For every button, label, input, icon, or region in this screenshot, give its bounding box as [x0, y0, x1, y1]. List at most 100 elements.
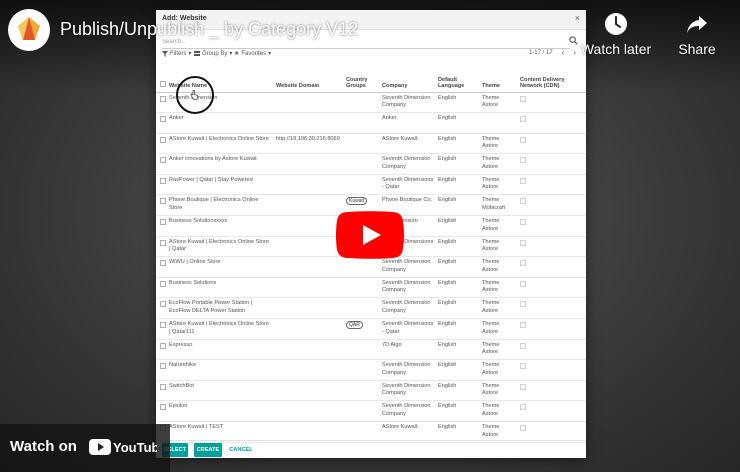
column-header[interactable]: Theme [480, 66, 518, 93]
table-row[interactable]: EcoFlow Portable Power Station | EcoFlow… [156, 297, 586, 320]
company-cell: Seventh Dimension Company [380, 256, 436, 278]
website-name-cell[interactable]: AStore Kuwait | Electronics Online Store… [167, 318, 274, 340]
caret-down-icon: ▾ [268, 51, 272, 57]
row-checkbox[interactable] [160, 383, 166, 390]
website-name-cell[interactable]: Phone Boutique | Electronics Online Stor… [167, 194, 274, 217]
cdn-cell [518, 153, 586, 175]
column-header[interactable]: Default Language [436, 66, 480, 93]
row-checkbox[interactable] [160, 177, 166, 184]
row-checkbox[interactable] [160, 342, 166, 349]
website-name-cell[interactable]: EcoFlow Portable Power Station | EcoFlow… [167, 297, 274, 320]
chevron-left-icon[interactable]: ‹ [562, 49, 565, 57]
table-row[interactable]: Espresso 7D Algo English Theme Astore [156, 339, 586, 361]
video-title[interactable]: Publish/Unpublish _ by Category V12 [60, 19, 358, 40]
website-name-cell[interactable]: Business Solutionxxxxx [167, 215, 274, 237]
row-checkbox[interactable] [160, 404, 166, 411]
table-row[interactable]: WiWU | Online Store Seventh Dimension Com… [156, 256, 586, 278]
website-name-cell[interactable]: RavPower | Qatar | Stay Powered [167, 174, 274, 196]
watch-on-youtube-link[interactable]: Watch on YouTube [0, 424, 170, 472]
default-language-cell: English [436, 92, 480, 114]
cdn-cell [518, 133, 586, 155]
website-name-cell[interactable]: WiWU | Online Store [167, 256, 274, 278]
website-name-cell[interactable]: Business Solutions [167, 277, 274, 299]
row-select-cell [156, 194, 167, 217]
row-select-cell [156, 236, 167, 258]
column-header[interactable]: Website Domain [274, 66, 344, 93]
cancel-button[interactable]: CANCEL [226, 443, 256, 457]
row-checkbox[interactable] [160, 239, 166, 246]
website-name-cell[interactable]: AStore Kuwait | TEST [167, 421, 274, 443]
row-checkbox[interactable] [160, 116, 166, 123]
website-domain-cell [274, 318, 344, 340]
caret-down-icon: ▾ [188, 51, 192, 57]
watch-later-button[interactable]: Watch later [576, 10, 656, 60]
table-row[interactable]: Business Solutions Seventh Dimension Comp… [156, 277, 586, 299]
theme-cell [480, 112, 518, 134]
cdn-cell [518, 256, 586, 278]
website-name-cell[interactable]: Anker [167, 112, 274, 134]
website-name-cell[interactable]: Espresso [167, 339, 274, 361]
website-name-cell[interactable]: Naturehike [167, 359, 274, 381]
create-button[interactable]: CREATE [194, 443, 222, 457]
theme-cell: Theme Astore [480, 421, 518, 443]
filters-label: Filters [170, 50, 187, 57]
pager-value[interactable]: 1-17 / 17 [529, 50, 553, 56]
website-domain-cell [274, 277, 344, 299]
table-row[interactable]: Anker innovations by Astore Kuwait Sevent… [156, 153, 586, 175]
channel-avatar[interactable] [8, 9, 50, 51]
default-language-cell: English [436, 318, 480, 340]
row-checkbox[interactable] [160, 322, 166, 329]
default-language-cell: English [436, 174, 480, 196]
website-domain-cell [274, 112, 344, 134]
select-all-cell [156, 66, 167, 93]
table-row[interactable]: Seventh Dimension Seventh Dimension Compa… [156, 92, 586, 114]
group-by-button[interactable]: Group By ▾ [194, 50, 232, 57]
row-checkbox[interactable] [160, 95, 166, 102]
table-row[interactable]: AStore Kuwait | TEST AStore Kuwait English… [156, 421, 586, 443]
cdn-cell [518, 359, 586, 381]
theme-cell: Theme Astore [480, 277, 518, 299]
table-row[interactable]: AStore Kuwait | Electronics Online Store… [156, 133, 586, 155]
select-all-checkbox[interactable] [160, 80, 166, 87]
row-checkbox[interactable] [160, 363, 166, 370]
table-row[interactable]: Anker Anker English [156, 112, 586, 134]
country-groups-cell [344, 153, 380, 175]
filters-button[interactable]: Filters ▾ [162, 50, 191, 57]
column-header[interactable]: Country Groups [344, 66, 380, 93]
table-row[interactable]: RavPower | Qatar | Stay Powered Seventh D… [156, 174, 586, 196]
row-checkbox[interactable] [160, 301, 166, 308]
cdn-cell [518, 92, 586, 114]
cdn-checkbox [520, 177, 526, 184]
website-domain-cell [274, 194, 344, 217]
row-checkbox[interactable] [160, 260, 166, 267]
country-groups-cell [344, 92, 380, 114]
theme-cell: Theme Astore [480, 256, 518, 278]
company-cell: Seventh Dimension Company [380, 297, 436, 320]
website-domain-cell: http://18.196.30.216:8069 [274, 133, 344, 155]
table-row[interactable]: Naturehike Seventh Dimension Company Engli… [156, 359, 586, 381]
table-row[interactable]: SwitchBot Seventh Dimension Company Englis… [156, 380, 586, 402]
default-language-cell: English [436, 339, 480, 361]
column-header[interactable]: Company [380, 66, 436, 93]
table-row[interactable]: AStore Kuwait | Electronics Online Store… [156, 318, 586, 340]
play-button[interactable] [336, 211, 404, 259]
website-name-cell[interactable]: Epsilon [167, 400, 274, 422]
row-checkbox[interactable] [160, 198, 166, 205]
website-name-cell[interactable]: Anker innovations by Astore Kuwait [167, 153, 274, 175]
cdn-cell [518, 194, 586, 217]
theme-cell: Theme Mobicraft [480, 194, 518, 217]
website-name-cell[interactable]: AStore Kuwait | Electronics Online Store [167, 133, 274, 155]
theme-cell: Theme Astore [480, 215, 518, 237]
table-row[interactable]: Epsilon Seventh Dimension Company English T… [156, 400, 586, 422]
share-button[interactable]: Share [657, 10, 737, 60]
row-checkbox[interactable] [160, 136, 166, 143]
row-checkbox[interactable] [160, 280, 166, 287]
website-name-cell[interactable]: AStore Kuwait | Electronics Online Store… [167, 236, 274, 258]
website-name-cell[interactable]: SwitchBot [167, 380, 274, 402]
row-checkbox[interactable] [160, 157, 166, 164]
watch-later-label: Watch later [580, 41, 652, 57]
favorites-button[interactable]: ★ Favorites ▾ [234, 50, 272, 58]
cdn-checkbox [520, 116, 526, 123]
column-header[interactable]: Content Delivery Network (CDN) [518, 66, 586, 93]
row-checkbox[interactable] [160, 219, 166, 226]
